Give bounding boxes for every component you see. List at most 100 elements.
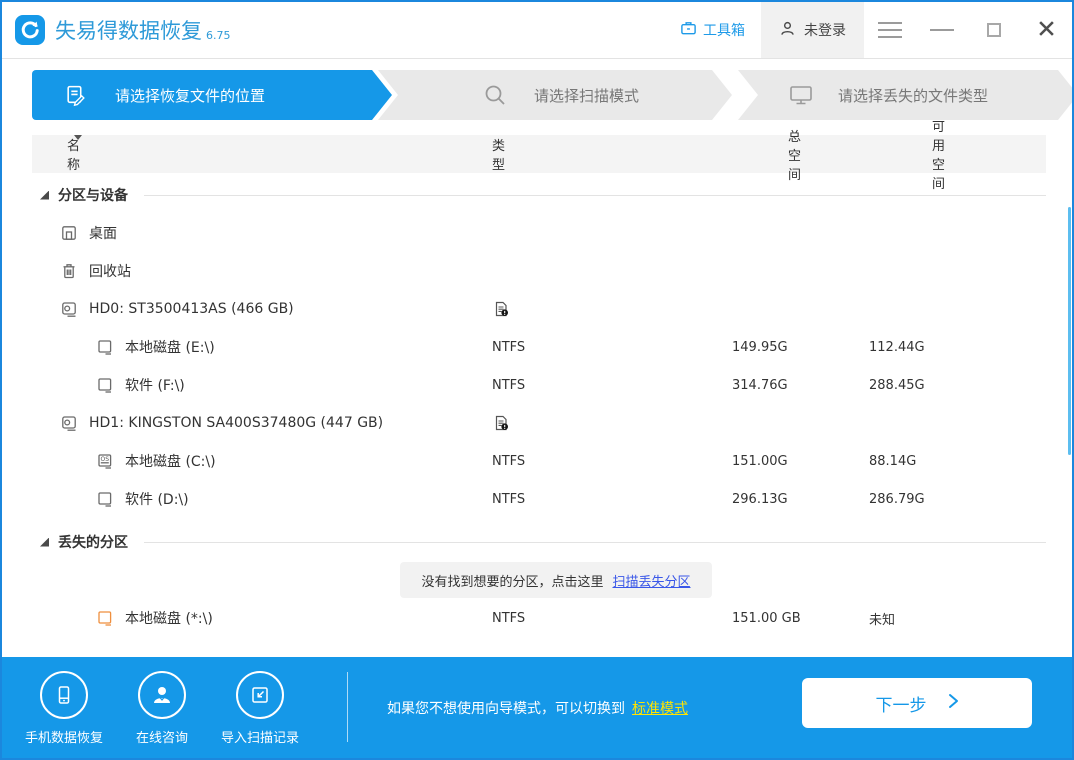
action-label: 手机数据恢复 bbox=[25, 727, 103, 746]
row-type: NTFS bbox=[492, 480, 525, 518]
table-row[interactable]: HD0: ST3500413AS (466 GB) bbox=[32, 290, 1046, 328]
footer-bar: 手机数据恢复 在线咨询 导入扫描记录 如果您不想使用向导 bbox=[2, 657, 1072, 758]
partition-icon bbox=[96, 376, 114, 394]
standard-mode-link[interactable]: 标准模式 bbox=[632, 698, 688, 718]
step-label: 请选择恢复文件的位置 bbox=[115, 85, 265, 106]
close-button[interactable] bbox=[1020, 2, 1072, 58]
row-type: NTFS bbox=[492, 442, 525, 480]
group-label: 丢失的分区 bbox=[58, 532, 128, 552]
row-type: NTFS bbox=[492, 366, 525, 404]
action-label: 在线咨询 bbox=[136, 727, 188, 746]
scrollbar-thumb[interactable] bbox=[1068, 207, 1071, 455]
row-total-space: 149.95G bbox=[732, 328, 788, 366]
scan-lost-partitions-link[interactable]: 扫描丢失分区 bbox=[613, 571, 691, 590]
group-label: 分区与设备 bbox=[58, 185, 128, 205]
row-free-space: 112.44G bbox=[869, 328, 925, 366]
step-select-location[interactable]: 请选择恢复文件的位置 bbox=[32, 70, 392, 120]
window-controls bbox=[864, 2, 1072, 58]
minimize-icon bbox=[930, 29, 954, 31]
row-type: NTFS bbox=[492, 599, 525, 637]
name-cell: OS 本地磁盘 (C:\) bbox=[96, 451, 216, 471]
next-step-button[interactable]: 下一步 bbox=[802, 678, 1032, 728]
toolbox-button[interactable]: 工具箱 bbox=[680, 20, 745, 41]
monitor-icon bbox=[788, 82, 814, 108]
action-label: 导入扫描记录 bbox=[221, 727, 299, 746]
phone-icon bbox=[40, 671, 88, 719]
row-name: HD1: KINGSTON SA400S37480G (447 GB) bbox=[89, 415, 383, 431]
partition-list: 分区与设备桌面回收站 HD0: ST3500413AS (466 GB) 本地磁盘 … bbox=[32, 176, 1046, 637]
app-version: 6.75 bbox=[206, 29, 231, 42]
table-row[interactable]: OS本地磁盘 (C:\)NTFS151.00G88.14G bbox=[32, 442, 1046, 480]
row-name: 本地磁盘 (E:\) bbox=[125, 337, 215, 357]
row-name: 本地磁盘 (C:\) bbox=[125, 451, 216, 471]
login-status-button[interactable]: 未登录 bbox=[761, 2, 864, 58]
table-row[interactable]: 回收站 bbox=[32, 252, 1046, 290]
name-cell: 桌面 bbox=[60, 223, 117, 243]
name-cell: HD0: ST3500413AS (466 GB) bbox=[60, 300, 294, 318]
minimize-button[interactable] bbox=[916, 2, 968, 58]
table-row[interactable]: 桌面 bbox=[32, 214, 1046, 252]
import-scan-record-button[interactable]: 导入扫描记录 bbox=[212, 671, 308, 746]
mode-hint: 如果您不想使用向导模式，可以切换到 标准模式 bbox=[387, 657, 688, 758]
step-select-scan-mode[interactable]: 请选择扫描模式 bbox=[378, 70, 732, 120]
hint-text: 如果您不想使用向导模式，可以切换到 bbox=[387, 698, 625, 718]
toolbox-label: 工具箱 bbox=[703, 20, 745, 40]
name-cell: 回收站 bbox=[60, 261, 131, 281]
row-name: HD0: ST3500413AS (466 GB) bbox=[89, 301, 294, 317]
group-header[interactable]: 分区与设备 bbox=[32, 176, 1046, 214]
row-free-space: 288.45G bbox=[869, 366, 925, 404]
recycle-bin-icon bbox=[60, 262, 78, 280]
expanded-triangle-icon bbox=[40, 538, 49, 547]
lost-partition-notice-row: 没有找到想要的分区，点击这里扫描丢失分区 bbox=[32, 561, 1046, 599]
online-consult-button[interactable]: 在线咨询 bbox=[117, 671, 207, 746]
svg-text:OS: OS bbox=[101, 456, 110, 463]
name-cell: 软件 (D:\) bbox=[96, 489, 189, 509]
phone-recovery-button[interactable]: 手机数据恢复 bbox=[16, 671, 112, 746]
hamburger-icon bbox=[878, 22, 902, 38]
close-icon bbox=[1038, 20, 1055, 41]
table-header: 名称 类型 总空间 可用空间 bbox=[32, 135, 1046, 173]
footer-divider bbox=[347, 672, 348, 742]
import-icon bbox=[236, 671, 284, 719]
table-row[interactable]: 软件 (D:\)NTFS296.13G286.79G bbox=[32, 480, 1046, 518]
row-name: 软件 (D:\) bbox=[125, 489, 189, 509]
group-header[interactable]: 丢失的分区 bbox=[32, 523, 1046, 561]
file-info-icon bbox=[492, 414, 510, 432]
step-select-file-type[interactable]: 请选择丢失的文件类型 bbox=[738, 70, 1074, 120]
maximize-button[interactable] bbox=[968, 2, 1020, 58]
table-row[interactable]: HD1: KINGSTON SA400S37480G (447 GB) bbox=[32, 404, 1046, 442]
lost-partition-icon bbox=[96, 609, 114, 627]
file-info-icon bbox=[492, 300, 510, 318]
app-title: 失易得数据恢复 bbox=[55, 15, 202, 45]
group-divider bbox=[144, 195, 1046, 196]
name-cell: HD1: KINGSTON SA400S37480G (447 GB) bbox=[60, 414, 383, 432]
notice-box: 没有找到想要的分区，点击这里扫描丢失分区 bbox=[400, 562, 712, 598]
row-total-space: 151.00 GB bbox=[732, 599, 801, 637]
table-row[interactable]: 本地磁盘 (E:\) NTFS 149.95G 112.44G bbox=[32, 328, 1046, 366]
row-free-space: 未知 bbox=[869, 599, 895, 637]
titlebar-controls: 工具箱 未登录 bbox=[680, 2, 1072, 58]
table-row[interactable]: 软件 (F:\) NTFS 314.76G 288.45G bbox=[32, 366, 1046, 404]
step-label: 请选择丢失的文件类型 bbox=[838, 85, 988, 106]
menu-button[interactable] bbox=[864, 2, 916, 58]
os-partition-icon: OS bbox=[96, 452, 114, 470]
row-free-space: 286.79G bbox=[869, 480, 925, 518]
wizard-steps: 请选择恢复文件的位置 请选择扫描模式 请选择丢失的文件类型 bbox=[32, 70, 1046, 120]
row-name: 软件 (F:\) bbox=[125, 375, 185, 395]
partition-icon bbox=[96, 338, 114, 356]
row-name: 桌面 bbox=[89, 223, 117, 243]
row-type: NTFS bbox=[492, 328, 525, 366]
titlebar: 失易得数据恢复 6.75 工具箱 未登录 bbox=[2, 2, 1072, 59]
harddisk-icon bbox=[60, 300, 78, 318]
app-window: 失易得数据恢复 6.75 工具箱 未登录 bbox=[0, 0, 1074, 760]
harddisk-icon bbox=[60, 414, 78, 432]
expanded-triangle-icon bbox=[40, 191, 49, 200]
notice-text: 没有找到想要的分区，点击这里 bbox=[421, 571, 603, 590]
row-total-space: 151.00G bbox=[732, 442, 788, 480]
row-total-space: 314.76G bbox=[732, 366, 788, 404]
toolbox-icon bbox=[680, 20, 697, 41]
row-name: 回收站 bbox=[89, 261, 131, 281]
search-icon bbox=[482, 82, 508, 108]
table-row[interactable]: 本地磁盘 (*:\)NTFS151.00 GB未知 bbox=[32, 599, 1046, 637]
partition-icon bbox=[96, 490, 114, 508]
